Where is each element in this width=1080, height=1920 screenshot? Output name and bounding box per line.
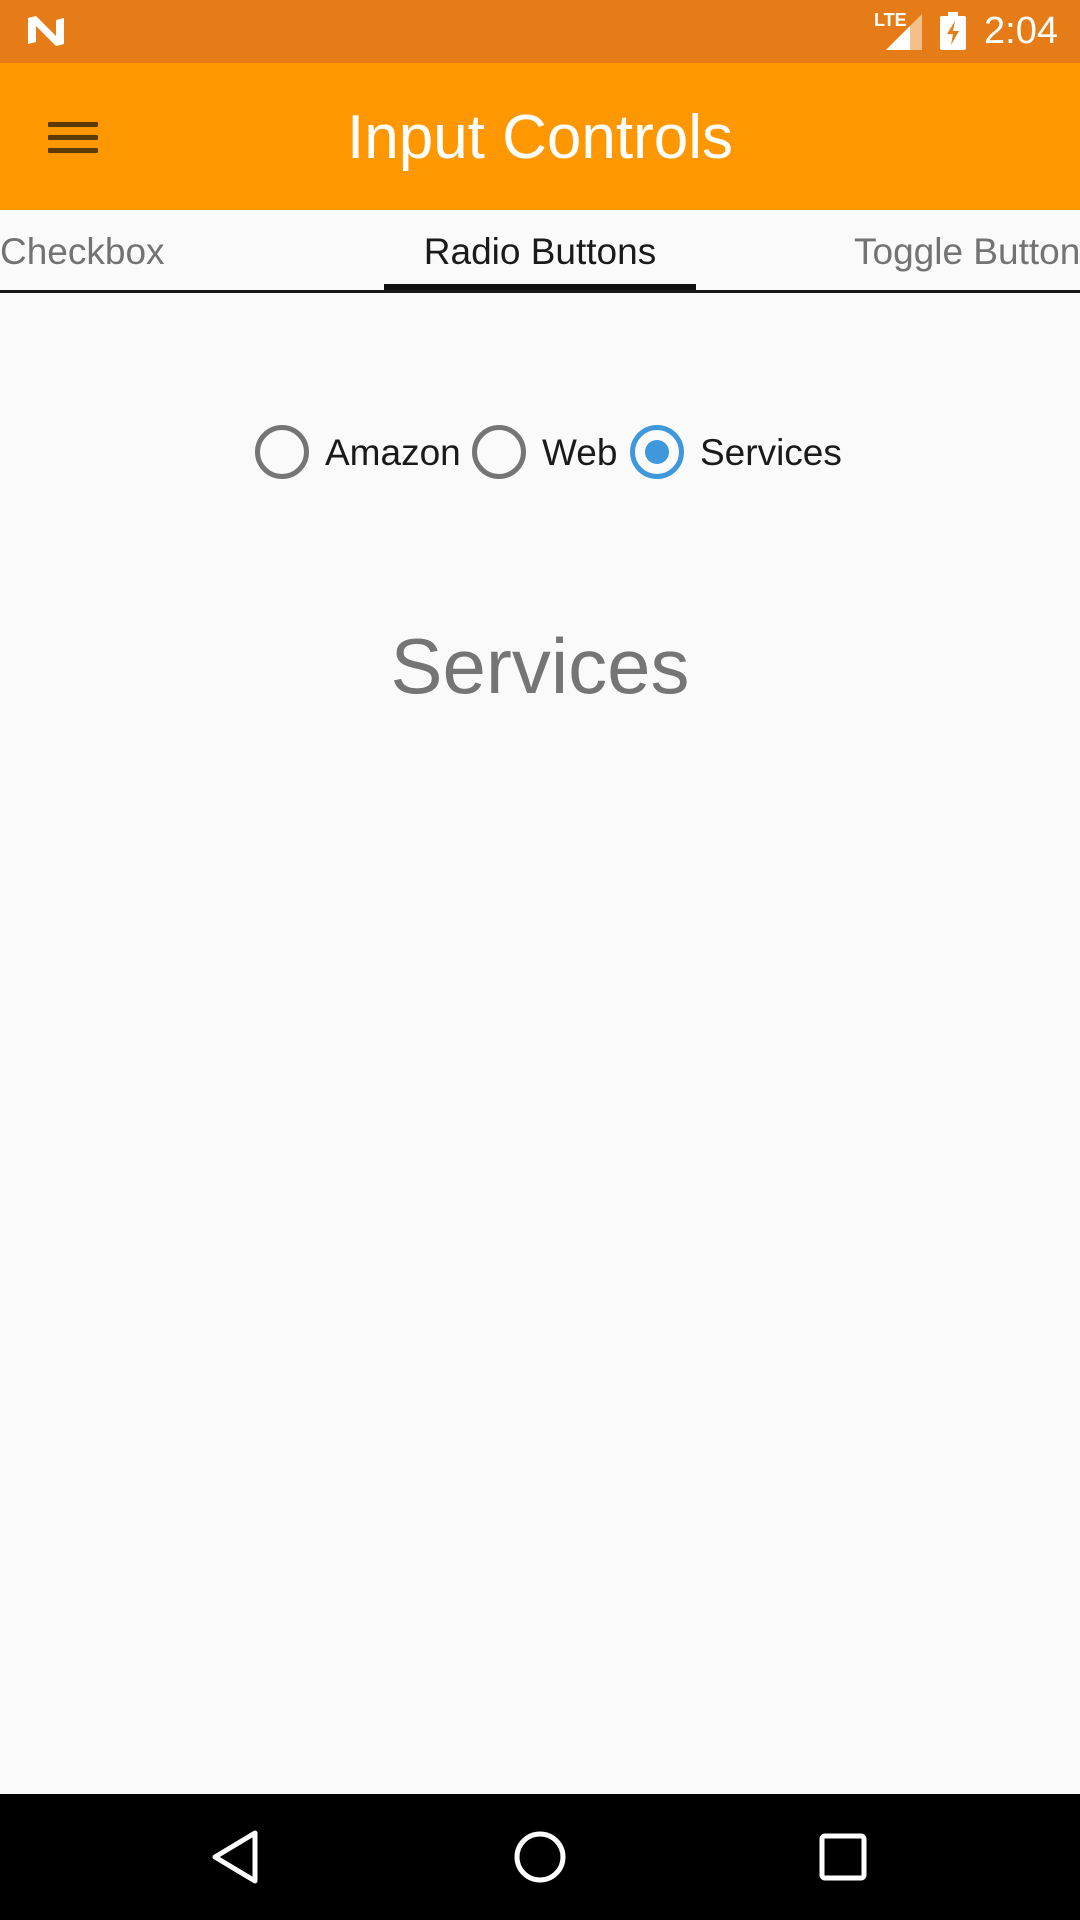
tab-radio-buttons[interactable]: Radio Buttons xyxy=(384,230,696,274)
radio-unchecked-icon[interactable] xyxy=(255,425,309,479)
battery-charging-icon xyxy=(940,12,966,50)
radio-label-services: Services xyxy=(700,432,842,473)
back-icon[interactable] xyxy=(207,1827,267,1887)
n-logo-icon xyxy=(28,16,64,46)
status-bar: LTE 2:04 xyxy=(0,0,1080,63)
signal-icon xyxy=(886,14,922,50)
radio-option-web[interactable]: Web xyxy=(472,420,622,486)
radio-option-amazon[interactable]: Amazon xyxy=(255,420,461,486)
status-clock: 2:04 xyxy=(984,10,1058,52)
radio-unchecked-icon[interactable] xyxy=(472,425,526,479)
recents-icon[interactable] xyxy=(813,1827,873,1887)
radio-option-services[interactable]: Services xyxy=(630,420,850,486)
radio-dot xyxy=(645,440,669,464)
app-title: Input Controls xyxy=(347,103,733,172)
screen: LTE 2:04 Input Controls Checkbox Radio B… xyxy=(0,0,1080,1920)
radio-checked-icon[interactable] xyxy=(630,425,684,479)
radio-label-web: Web xyxy=(542,432,618,473)
tab-toggle-button[interactable]: Toggle Button xyxy=(854,230,1080,274)
radio-label-amazon: Amazon xyxy=(325,432,461,473)
tab-indicator xyxy=(384,284,696,290)
radio-group: Amazon Web Services xyxy=(0,420,1080,486)
app-bar: Input Controls xyxy=(0,63,1080,210)
home-icon[interactable] xyxy=(510,1827,570,1887)
selected-value-text: Services xyxy=(390,622,690,710)
navigation-bar xyxy=(0,1794,1080,1920)
tab-bar: Checkbox Radio Buttons Toggle Button xyxy=(0,210,1080,293)
tab-checkbox[interactable]: Checkbox xyxy=(0,230,165,274)
